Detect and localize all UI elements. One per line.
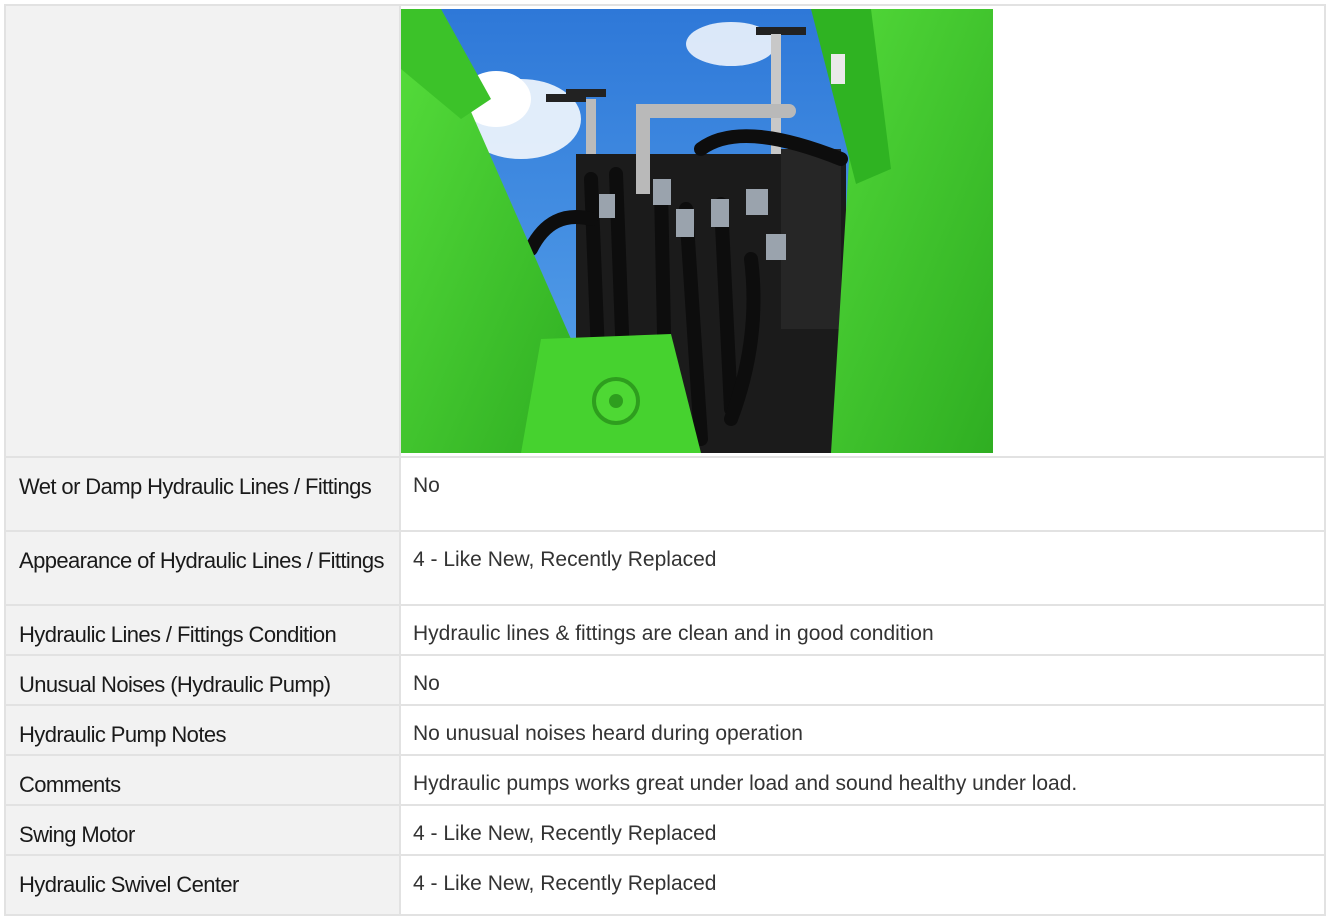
row-value: Hydraulic pumps works great under load a… <box>399 754 1326 806</box>
row-value: 4 - Like New, Recently Replaced <box>399 804 1326 856</box>
row-value: 4 - Like New, Recently Replaced <box>399 854 1326 916</box>
table-row: Hydraulic Swivel Center 4 - Like New, Re… <box>4 854 1326 916</box>
row-label: Comments <box>4 754 401 806</box>
row-label: Hydraulic Lines / Fittings Condition <box>4 604 401 656</box>
row-label: Wet or Damp Hydraulic Lines / Fittings <box>4 456 401 532</box>
inspection-table: Wet or Damp Hydraulic Lines / Fittings N… <box>4 4 1326 916</box>
table-row: Unusual Noises (Hydraulic Pump) No <box>4 654 1326 706</box>
photo-row <box>4 4 1326 458</box>
row-value: No <box>399 456 1326 532</box>
row-label: Hydraulic Swivel Center <box>4 854 401 916</box>
table-row: Hydraulic Pump Notes No unusual noises h… <box>4 704 1326 756</box>
table-row: Wet or Damp Hydraulic Lines / Fittings N… <box>4 456 1326 532</box>
row-value: 4 - Like New, Recently Replaced <box>399 530 1326 606</box>
table-row: Appearance of Hydraulic Lines / Fittings… <box>4 530 1326 606</box>
row-value: No unusual noises heard during operation <box>399 704 1326 756</box>
photo-label-cell <box>4 4 401 458</box>
row-label: Hydraulic Pump Notes <box>4 704 401 756</box>
row-label: Unusual Noises (Hydraulic Pump) <box>4 654 401 706</box>
photo-cell <box>399 4 1326 458</box>
row-value: No <box>399 654 1326 706</box>
table-row: Swing Motor 4 - Like New, Recently Repla… <box>4 804 1326 856</box>
row-label: Swing Motor <box>4 804 401 856</box>
table-row: Comments Hydraulic pumps works great und… <box>4 754 1326 806</box>
row-label: Appearance of Hydraulic Lines / Fittings <box>4 530 401 606</box>
row-value: Hydraulic lines & fittings are clean and… <box>399 604 1326 656</box>
hydraulics-photo[interactable] <box>401 9 993 453</box>
table-row: Hydraulic Lines / Fittings Condition Hyd… <box>4 604 1326 656</box>
